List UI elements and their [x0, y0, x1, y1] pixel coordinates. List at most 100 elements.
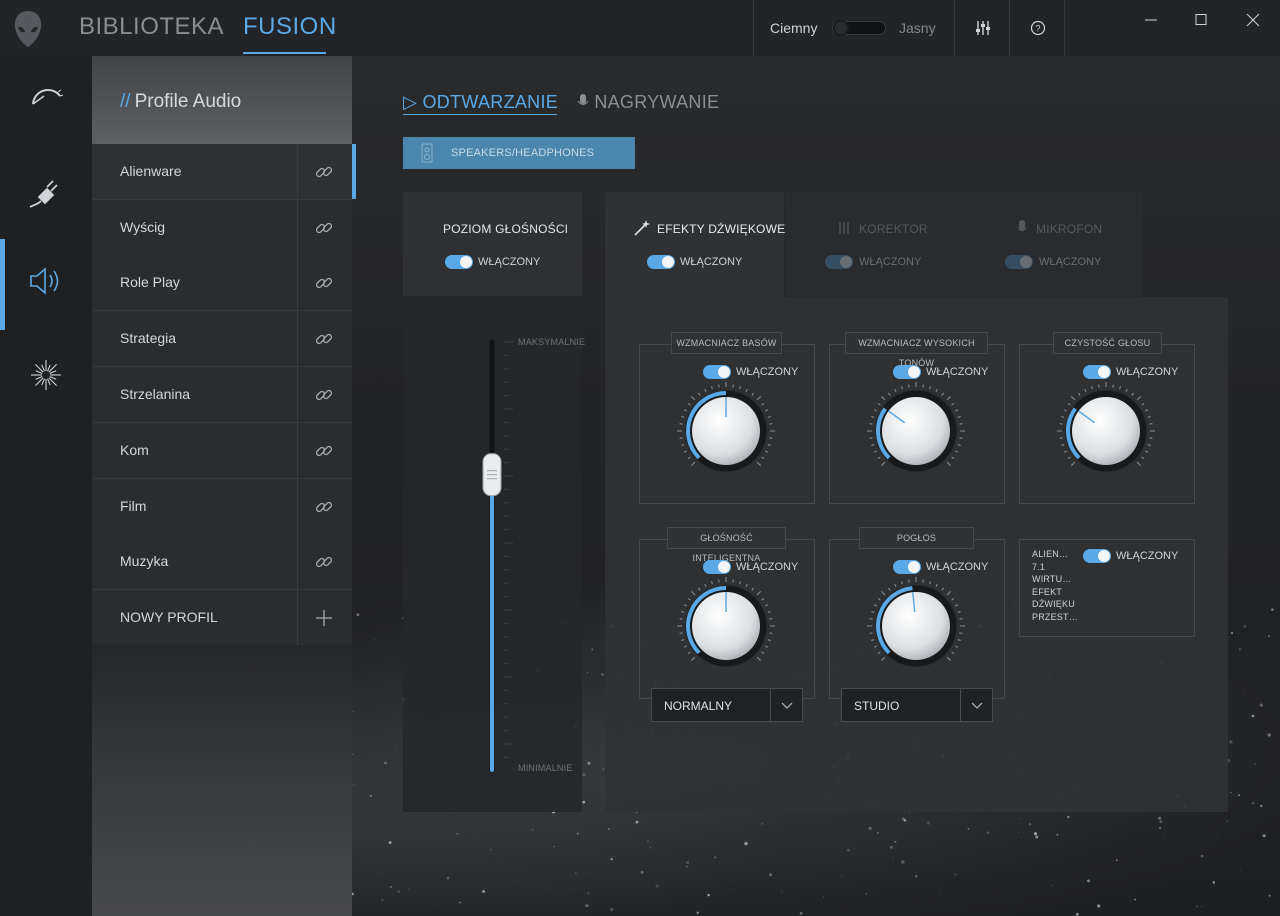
- speaker-icon[interactable]: [0, 238, 92, 330]
- smart-volume-toggle[interactable]: [703, 560, 731, 574]
- sound-effects-toggle[interactable]: [647, 255, 675, 269]
- power-plug-icon[interactable]: [0, 147, 92, 239]
- equalizer-toggle[interactable]: [825, 255, 853, 269]
- profile-active-indicator: [352, 144, 356, 199]
- magic-wand-icon: [634, 220, 650, 236]
- volume-max-label: MAKSYMALNIE: [518, 337, 586, 347]
- equalizer-toggle-label: WŁĄCZONY: [859, 256, 922, 268]
- divider: [753, 0, 754, 56]
- profile-item[interactable]: Role Play: [92, 255, 352, 311]
- link-icon[interactable]: [314, 218, 334, 238]
- theme-dark-label: Ciemny: [770, 20, 818, 36]
- profile-item[interactable]: Alienware: [92, 144, 352, 200]
- volume-min-label: MINIMALNIE: [518, 763, 573, 773]
- divider: [954, 0, 955, 56]
- chevron-down-icon: [781, 702, 793, 709]
- volume-toggle-label: WŁĄCZONY: [478, 256, 541, 268]
- profile-item[interactable]: Muzyka: [92, 534, 352, 590]
- mixer-icon[interactable]: [969, 14, 997, 42]
- profile-item[interactable]: Kom: [92, 423, 352, 479]
- smart-volume-knob[interactable]: [676, 576, 776, 676]
- bass-boost-toggle[interactable]: [703, 365, 731, 379]
- title-bar: BIBLIOTEKA FUSION Ciemny Jasny ?: [0, 0, 1280, 56]
- reverb-toggle-label: WŁĄCZONY: [926, 561, 989, 573]
- tab-equalizer[interactable]: [785, 192, 964, 297]
- profile-label: Kom: [120, 442, 149, 458]
- equalizer-icon: [839, 222, 849, 234]
- bass-boost-toggle-label: WŁĄCZONY: [736, 366, 799, 378]
- profile-item[interactable]: Film: [92, 479, 352, 535]
- profile-label: Strzelanina: [120, 386, 191, 402]
- chevron-down-icon: [971, 702, 983, 709]
- alien-logo-icon[interactable]: [12, 10, 44, 48]
- plus-icon[interactable]: [314, 608, 334, 628]
- profile-label: Alienware: [120, 163, 182, 179]
- link-icon[interactable]: [314, 162, 334, 182]
- voice-clarity-toggle-label: WŁĄCZONY: [1116, 366, 1179, 378]
- link-icon[interactable]: [314, 497, 334, 517]
- treble-boost-toggle[interactable]: [893, 365, 921, 379]
- reverb-knob[interactable]: [866, 576, 966, 676]
- link-icon[interactable]: [314, 552, 334, 572]
- profile-label: Film: [120, 498, 147, 514]
- link-icon[interactable]: [314, 329, 334, 349]
- nav-tab-library[interactable]: BIBLIOTEKA: [79, 13, 224, 41]
- maximize-icon[interactable]: [1187, 8, 1215, 32]
- link-icon[interactable]: [314, 441, 334, 461]
- nav-tab-fusion[interactable]: FUSION: [243, 13, 337, 41]
- close-icon[interactable]: [1239, 8, 1267, 32]
- sound-effects-title: EFEKTY DŹWIĘKOWE: [657, 222, 786, 236]
- volume-toggle[interactable]: [445, 255, 473, 269]
- profile-list-empty-area: [92, 645, 352, 916]
- tab-microphone[interactable]: [964, 192, 1143, 297]
- bass-boost-knob[interactable]: [676, 381, 776, 481]
- reverb-mode-dropdown[interactable]: STUDIO: [841, 688, 993, 722]
- treble-boost-knob[interactable]: [866, 381, 966, 481]
- volume-slider[interactable]: [403, 330, 582, 780]
- tab-sound-effects[interactable]: [605, 192, 784, 297]
- volume-panel-header: [403, 192, 582, 296]
- minimize-icon[interactable]: [1137, 8, 1165, 32]
- smart-volume-mode-value: NORMALNY: [664, 699, 733, 713]
- divider: [1009, 0, 1010, 56]
- treble-boost-title: WZMACNIACZ WYSOKICH TONÓW: [845, 332, 988, 368]
- tab-recording[interactable]: NAGRYWANIE: [577, 92, 719, 113]
- smart-volume-mode-dropdown[interactable]: NORMALNY: [651, 688, 803, 722]
- device-selector-button[interactable]: SPEAKERS/HEADPHONES: [403, 137, 635, 169]
- reverb-mode-value: STUDIO: [854, 699, 900, 713]
- treble-boost-toggle-label: WŁĄCZONY: [926, 366, 989, 378]
- profile-label: Muzyka: [120, 553, 169, 569]
- microphone-toggle-label: WŁĄCZONY: [1039, 256, 1102, 268]
- smart-volume-title: GŁOŚNOŚĆ INTELIGENTNA: [667, 527, 786, 563]
- reverb-title: POGŁOS: [859, 527, 974, 549]
- light-burst-icon[interactable]: [0, 330, 92, 422]
- profile-item[interactable]: Strzelanina: [92, 367, 352, 423]
- profile-label: Role Play: [120, 274, 180, 290]
- tab-active-indicator: [403, 114, 557, 115]
- tab-playback[interactable]: ▷ ODTWARZANIE: [403, 92, 558, 113]
- nav-active-indicator: [243, 52, 326, 54]
- sound-effects-toggle-label: WŁĄCZONY: [680, 256, 743, 268]
- new-profile-label: NOWY PROFIL: [120, 609, 218, 625]
- new-profile-button[interactable]: NOWY PROFIL: [92, 590, 352, 646]
- smart-volume-toggle-label: WŁĄCZONY: [736, 561, 799, 573]
- svg-text:?: ?: [1035, 24, 1040, 34]
- voice-clarity-knob[interactable]: [1056, 381, 1156, 481]
- profile-item[interactable]: Wyścig: [92, 200, 352, 256]
- speedometer-icon[interactable]: [0, 56, 92, 148]
- profile-label: Wyścig: [120, 219, 165, 235]
- voice-clarity-toggle[interactable]: [1083, 365, 1111, 379]
- link-icon[interactable]: [314, 273, 334, 293]
- divider: [1064, 0, 1065, 56]
- microphone-icon: [577, 94, 589, 105]
- microphone-icon: [1017, 220, 1027, 231]
- theme-switch[interactable]: [832, 20, 886, 36]
- virtual-surround-label: ALIEN… 7.1 WIRTU… EFEKT DŹWIĘKU PRZEST…: [1032, 549, 1078, 622]
- reverb-toggle[interactable]: [893, 560, 921, 574]
- voice-clarity-title: CZYSTOŚĆ GŁOSU: [1053, 332, 1162, 354]
- microphone-toggle[interactable]: [1005, 255, 1033, 269]
- link-icon[interactable]: [314, 385, 334, 405]
- help-icon[interactable]: ?: [1024, 14, 1052, 42]
- virtual-surround-toggle[interactable]: [1083, 549, 1111, 563]
- profile-item[interactable]: Strategia: [92, 311, 352, 367]
